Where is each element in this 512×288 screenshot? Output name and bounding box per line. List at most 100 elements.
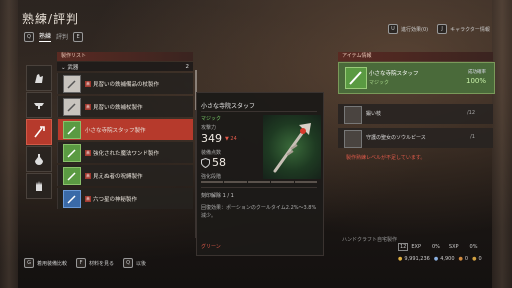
sxp-label: SXP: [448, 244, 459, 250]
progress-effect-button[interactable]: 進行効果(0): [401, 26, 428, 33]
gold-amount: 9,991,236: [404, 256, 430, 262]
silver-amount: 4,900: [440, 256, 455, 262]
tab-bar: Q 熟練 評判 E: [24, 31, 84, 42]
material-name: 鍛い枝: [366, 111, 382, 117]
category-glove[interactable]: [26, 173, 52, 199]
compare-equipment-button[interactable]: 着用装備比較: [37, 260, 67, 267]
branch-icon: [344, 106, 362, 124]
category-potion[interactable]: [26, 146, 52, 172]
list-item[interactable]: 未見えぬ者の呪縛製作: [57, 165, 193, 186]
material-row[interactable]: 守護の聖女のソウルピース /1: [338, 128, 493, 148]
success-rate-value: 100%: [465, 77, 486, 85]
glove-icon: [36, 181, 42, 191]
soul-piece-icon: [344, 130, 362, 148]
item-label: 見習いの鉄補杖製作: [93, 104, 143, 111]
key-hint-f: F: [76, 258, 87, 268]
unlearned-badge: 未: [85, 172, 91, 179]
craft-list: ⌄ 武器 2 未見習いの鉄補備品の杖製作 未見習いの鉄補杖製作 小さな寺院スタッ…: [57, 62, 193, 209]
effect-text: 回復効果：ポーションのクールタイム2.2%～3.8%減少。: [201, 205, 317, 219]
staff-art-icon: [273, 123, 311, 173]
attack-value: 349: [201, 132, 222, 145]
level-badge: 12: [398, 243, 409, 251]
engrave-unlock: 刻印解除 1 / 1: [201, 193, 234, 199]
item-label: 見えぬ者の呪縛製作: [93, 173, 143, 180]
stage-pip: [247, 181, 271, 183]
level-warning: 製作熟練レベルが不足しています。: [346, 155, 426, 161]
wand-icon: [63, 143, 81, 162]
craft-list-header: 製作リスト: [57, 52, 193, 61]
staff-icon: [345, 67, 367, 89]
page-title: 熟練/評判: [22, 12, 80, 26]
shield-icon: [201, 157, 210, 168]
bottom-hints: G 着用装備比較 F 材料を見る Q 以後: [24, 258, 146, 268]
pillar-left: [0, 0, 18, 288]
currency-b: 0: [478, 256, 482, 262]
attack-diff: ▼ 24: [225, 136, 237, 142]
stage-pip: [201, 181, 224, 183]
result-item-card[interactable]: 小さな寺院スタッフ マジック 成功確率 100%: [338, 62, 495, 94]
attack-label: 攻撃力: [201, 125, 217, 131]
gem-icon: ●: [433, 256, 439, 262]
key-hint-u: U: [388, 24, 398, 34]
staff-icon: [63, 120, 81, 139]
category-staff[interactable]: [26, 119, 52, 145]
group-header-weapon[interactable]: ⌄ 武器 2: [57, 62, 193, 71]
anvil-icon: [34, 103, 44, 109]
unlearned-badge: 未: [85, 80, 91, 87]
tab-proficiency[interactable]: 熟練: [39, 31, 52, 42]
exp-value: 0%: [431, 244, 440, 250]
topright-controls: U 進行効果(0) J キャラクター情報: [388, 24, 490, 34]
detail-category: マジック: [201, 116, 222, 122]
list-item[interactable]: 未見習いの鉄補杖製作: [57, 96, 193, 117]
coin-icon: ●: [472, 256, 477, 262]
rarity-label: グリーン: [201, 244, 221, 250]
staff-icon: [63, 166, 81, 185]
equip-score-value: 58: [212, 156, 226, 169]
stage-pip: [271, 181, 294, 183]
coin-icon: ●: [458, 256, 463, 262]
handcraft-label: ハンドクラフト自宅製作: [342, 237, 398, 243]
list-item[interactable]: 未強化された魔法ワンド製作: [57, 142, 193, 163]
divider: [201, 187, 317, 188]
key-hint-q: Q: [123, 258, 134, 268]
unlearned-badge: 未: [85, 149, 91, 156]
staff-icon: [63, 97, 81, 116]
result-item-name: 小さな寺院スタッフ: [369, 71, 419, 77]
item-label: 見習いの鉄補備品の杖製作: [93, 81, 160, 88]
list-item[interactable]: 未六つ星の神秘製作: [57, 188, 193, 209]
item-label: 小さな寺院スタッフ製作: [85, 127, 146, 134]
key-hint-j: J: [437, 24, 448, 34]
gauntlet-icon: [35, 74, 43, 83]
equip-score-row: 58: [201, 156, 226, 169]
potion-icon: [35, 154, 43, 165]
stage-pip: [294, 181, 318, 183]
item-label: 六つ星の神秘製作: [93, 196, 138, 203]
back-button[interactable]: 以後: [136, 260, 146, 267]
enhance-stage-label: 強化段階: [201, 174, 222, 180]
staff-icon: [63, 189, 81, 208]
unlearned-badge: 未: [85, 195, 91, 202]
equip-score-label: 装備点数: [201, 150, 222, 156]
list-item-selected[interactable]: 小さな寺院スタッフ製作: [57, 119, 193, 140]
material-name: 守護の聖女のソウルピース: [366, 135, 426, 141]
character-info-button[interactable]: キャラクター情報: [450, 26, 490, 33]
staff-icon: [34, 126, 45, 138]
category-gauntlet[interactable]: [26, 65, 52, 91]
category-anvil[interactable]: [26, 92, 52, 118]
key-hint-g: G: [24, 258, 34, 268]
key-hint-q: Q: [24, 31, 34, 42]
stage-pip: [224, 181, 247, 183]
material-row[interactable]: 鍛い枝 /12: [338, 104, 493, 124]
item-detail-tooltip: 小さな寺院スタッフ マジック 攻撃力 349 ▼ 24 装備点数 58 強化段階…: [196, 92, 324, 256]
detail-item-name: 小さな寺院スタッフ: [201, 103, 256, 110]
gold-icon: ●: [398, 256, 403, 262]
status-bar: 12 EXP 0% SXP 0% ● 9,991,236 ● 4,900 ● 0…: [398, 243, 494, 262]
unlearned-badge: 未: [85, 103, 91, 110]
sxp-value: 0%: [469, 244, 478, 250]
tab-reputation[interactable]: 評判: [56, 32, 68, 41]
divider: [201, 111, 317, 112]
exp-label: EXP: [411, 244, 421, 250]
view-materials-button[interactable]: 材料を見る: [89, 260, 114, 267]
success-rate-label: 成功確率: [468, 70, 486, 75]
list-item[interactable]: 未見習いの鉄補備品の杖製作: [57, 73, 193, 94]
